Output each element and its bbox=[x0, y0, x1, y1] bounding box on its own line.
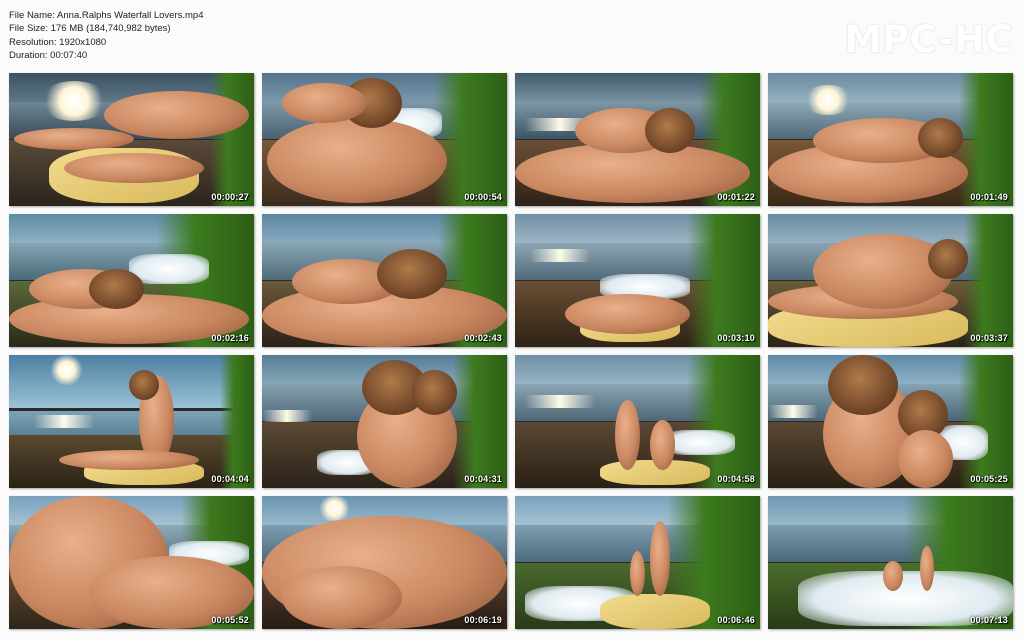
timestamp: 00:04:31 bbox=[464, 474, 502, 484]
timestamp: 00:01:49 bbox=[970, 192, 1008, 202]
timestamp: 00:00:27 bbox=[211, 192, 249, 202]
resolution: Resolution: 1920x1080 bbox=[9, 36, 107, 48]
timestamp: 00:04:58 bbox=[717, 474, 755, 484]
thumbnail-frame: 00:00:27 bbox=[9, 73, 254, 206]
thumbnail-frame: 00:00:54 bbox=[262, 73, 507, 206]
timestamp: 00:07:13 bbox=[970, 615, 1008, 625]
file-name: File Name: Anna.Ralphs Waterfall Lovers.… bbox=[9, 10, 204, 21]
file-size: File Size: 176 MB (184,740,982 bytes) bbox=[9, 23, 171, 35]
thumbnail-frame: 00:06:46 bbox=[515, 496, 760, 629]
file-info: File Name: Anna.Ralphs Waterfall Lovers.… bbox=[9, 9, 203, 63]
thumbnail-frame: 00:01:22 bbox=[515, 73, 760, 206]
timestamp: 00:06:19 bbox=[464, 615, 502, 625]
thumbnail-frame: 00:04:58 bbox=[515, 355, 760, 488]
thumbnail-frame: 00:05:25 bbox=[768, 355, 1013, 488]
timestamp: 00:02:16 bbox=[211, 333, 249, 343]
mpc-hc-logo: MPC-HC bbox=[844, 18, 1013, 61]
thumbnail-grid: 00:00:27 00:00:54 00:01:22 00:01:49 00:0… bbox=[9, 73, 1013, 629]
thumbnail-frame: 00:06:19 bbox=[262, 496, 507, 629]
timestamp: 00:01:22 bbox=[717, 192, 755, 202]
thumbnail-frame: 00:07:13 bbox=[768, 496, 1013, 629]
timestamp: 00:05:52 bbox=[211, 615, 249, 625]
timestamp: 00:05:25 bbox=[970, 474, 1008, 484]
timestamp: 00:03:10 bbox=[717, 333, 755, 343]
thumbnail-frame: 00:03:37 bbox=[768, 214, 1013, 347]
thumbnail-frame: 00:01:49 bbox=[768, 73, 1013, 206]
thumbnail-frame: 00:03:10 bbox=[515, 214, 760, 347]
duration: Duration: 00:07:40 bbox=[9, 50, 88, 62]
thumbnail-frame: 00:04:04 bbox=[9, 355, 254, 488]
thumbnail-frame: 00:05:52 bbox=[9, 496, 254, 629]
thumbnail-frame: 00:04:31 bbox=[262, 355, 507, 488]
thumbnail-frame: 00:02:16 bbox=[9, 214, 254, 347]
timestamp: 00:00:54 bbox=[464, 192, 502, 202]
timestamp: 00:06:46 bbox=[717, 615, 755, 625]
thumbnail-frame: 00:02:43 bbox=[262, 214, 507, 347]
timestamp: 00:03:37 bbox=[970, 333, 1008, 343]
timestamp: 00:02:43 bbox=[464, 333, 502, 343]
timestamp: 00:04:04 bbox=[211, 474, 249, 484]
